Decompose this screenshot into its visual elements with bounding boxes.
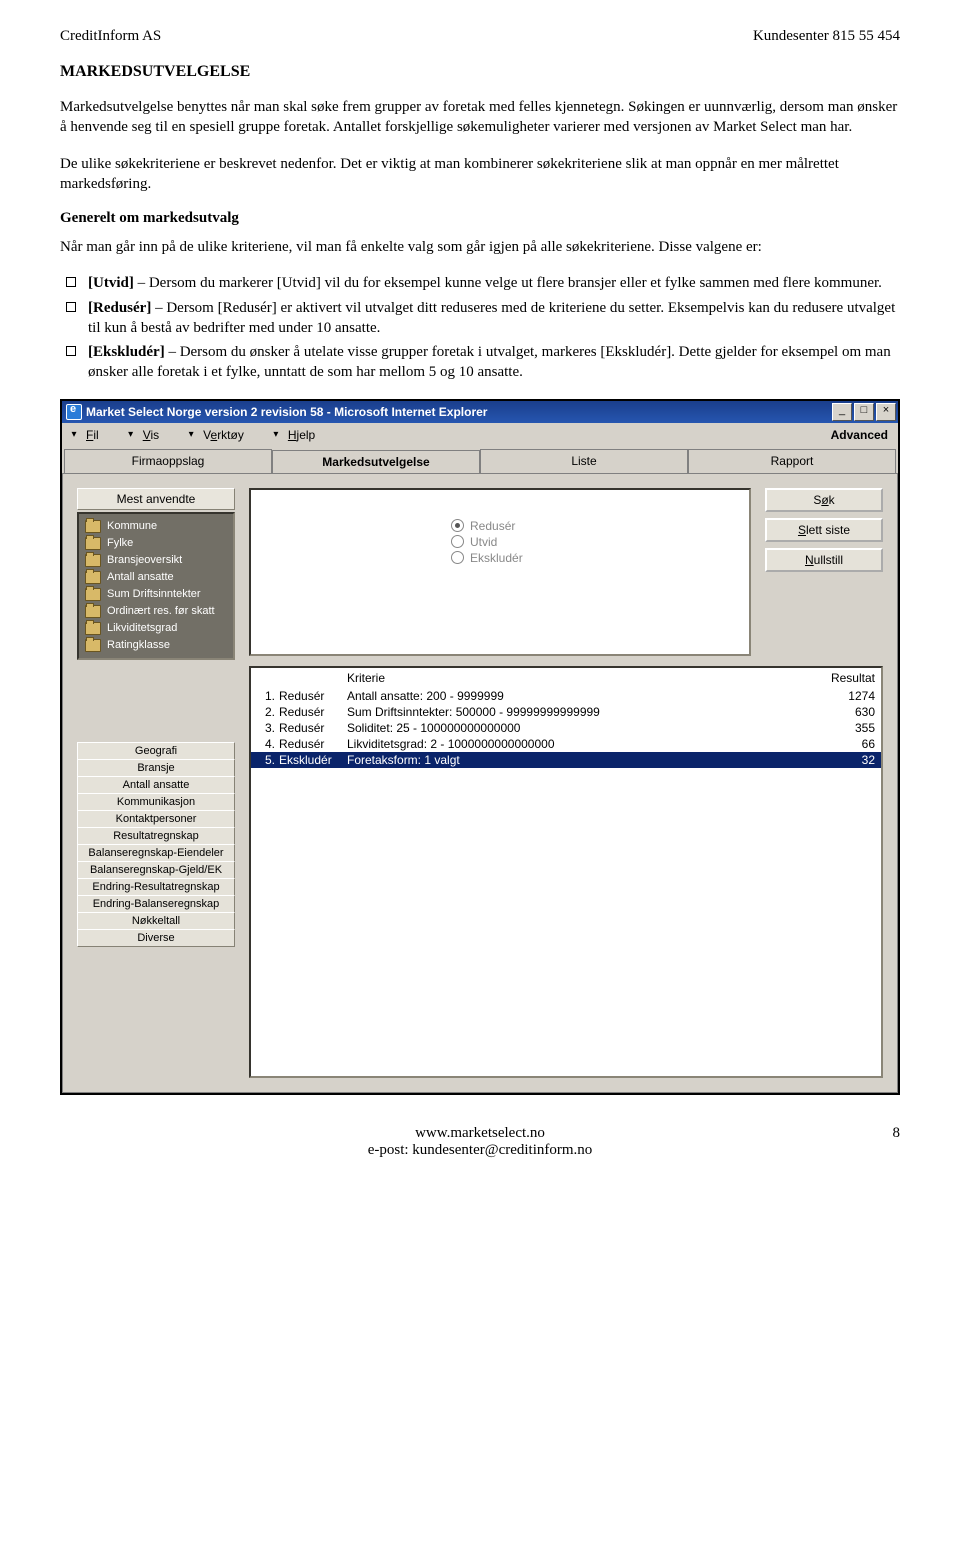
- radio-reduser[interactable]: Redusér: [451, 518, 523, 534]
- folder-icon: [85, 554, 101, 567]
- doc-title: MARKEDSUTVELGELSE: [60, 63, 900, 81]
- category-balanse-gjeld-ek[interactable]: Balanseregnskap-Gjeld/EK: [77, 861, 235, 879]
- tree-item-likviditetsgrad[interactable]: Likviditetsgrad: [83, 620, 229, 637]
- folder-icon: [85, 537, 101, 550]
- menu-arrow-icon[interactable]: ▾: [68, 429, 80, 440]
- page-number: 8: [893, 1125, 901, 1142]
- bullet-bold: [Ekskludér]: [88, 344, 165, 360]
- category-antall-ansatte[interactable]: Antall ansatte: [77, 776, 235, 794]
- folder-icon: [85, 571, 101, 584]
- menu-vis[interactable]: Vis: [143, 428, 159, 442]
- ie-icon: [66, 404, 82, 420]
- radio-icon: [451, 535, 464, 548]
- tree-item-antall-ansatte[interactable]: Antall ansatte: [83, 569, 229, 586]
- app-window: Market Select Norge version 2 revision 5…: [60, 399, 900, 1095]
- category-nokkeltall[interactable]: Nøkkeltall: [77, 912, 235, 930]
- bullet-item: [Ekskludér] – Dersom du ønsker å utelate…: [60, 342, 900, 383]
- category-endring-resultat[interactable]: Endring-Resultatregnskap: [77, 878, 235, 896]
- folder-icon: [85, 639, 101, 652]
- table-row[interactable]: 1.RedusérAntall ansatte: 200 - 999999912…: [251, 688, 881, 704]
- sok-button[interactable]: Søk: [765, 488, 883, 512]
- category-endring-balanse[interactable]: Endring-Balanseregnskap: [77, 895, 235, 913]
- nullstill-button[interactable]: Nullstill: [765, 548, 883, 572]
- titlebar[interactable]: Market Select Norge version 2 revision 5…: [62, 401, 898, 423]
- bullet-text: – Dersom [Redusér] er aktivert vil utval…: [88, 300, 895, 336]
- menu-arrow-icon[interactable]: ▾: [270, 429, 282, 440]
- category-resultatregnskap[interactable]: Resultatregnskap: [77, 827, 235, 845]
- close-button[interactable]: ×: [876, 403, 896, 421]
- bullet-item: [Redusér] – Dersom [Redusér] er aktivert…: [60, 298, 900, 339]
- menubar: ▾ Fil ▾ Vis ▾ Verktøy ▾ Hjelp Advanced: [62, 423, 898, 447]
- criteria-panel: Redusér Utvid Ekskludér: [249, 488, 751, 656]
- sidebar-header[interactable]: Mest anvendte: [77, 488, 235, 510]
- category-balanse-eiendeler[interactable]: Balanseregnskap-Eiendeler: [77, 844, 235, 862]
- tree-item-bransjeoversikt[interactable]: Bransjeoversikt: [83, 552, 229, 569]
- folder-icon: [85, 588, 101, 601]
- bullet-text: – Dersom du ønsker å utelate visse grupp…: [88, 344, 891, 380]
- category-geografi[interactable]: Geografi: [77, 742, 235, 760]
- menu-arrow-icon[interactable]: ▾: [185, 429, 197, 440]
- table-row[interactable]: 5.EkskludérForetaksform: 1 valgt32: [251, 752, 881, 768]
- para-1: Markedsutvelgelse benyttes når man skal …: [60, 97, 900, 138]
- folder-icon: [85, 520, 101, 533]
- tree-item-fylke[interactable]: Fylke: [83, 535, 229, 552]
- tab-liste[interactable]: Liste: [480, 449, 688, 473]
- table-row[interactable]: 2.RedusérSum Driftsinntekter: 500000 - 9…: [251, 704, 881, 720]
- bullet-bold: [Redusér]: [88, 300, 151, 316]
- tree-item-ratingklasse[interactable]: Ratingklasse: [83, 637, 229, 654]
- radio-utvid[interactable]: Utvid: [451, 534, 523, 550]
- tree-item-sum-driftsinntekter[interactable]: Sum Driftsinntekter: [83, 586, 229, 603]
- menu-arrow-icon[interactable]: ▾: [125, 429, 137, 440]
- folder-tree: Kommune Fylke Bransjeoversikt Antall ans…: [77, 512, 235, 660]
- slett-siste-button[interactable]: Slett siste: [765, 518, 883, 542]
- bullet-bold: [Utvid]: [88, 275, 134, 291]
- menu-advanced[interactable]: Advanced: [831, 428, 888, 442]
- minimize-button[interactable]: _: [832, 403, 852, 421]
- tree-item-ordinaert-res[interactable]: Ordinært res. før skatt: [83, 603, 229, 620]
- tab-rapport[interactable]: Rapport: [688, 449, 896, 473]
- para-2: De ulike søkekriteriene er beskrevet ned…: [60, 154, 900, 195]
- main-area: Redusér Utvid Ekskludér Søk Slett siste …: [249, 488, 883, 1078]
- client-area: Mest anvendte Kommune Fylke Bransjeovers…: [62, 473, 898, 1093]
- folder-icon: [85, 622, 101, 635]
- bullet-text: – Dersom du markerer [Utvid] vil du for …: [134, 275, 882, 291]
- category-diverse[interactable]: Diverse: [77, 929, 235, 947]
- section-subhead: Generelt om markedsutvalg: [60, 210, 900, 227]
- page-footer: www.marketselect.no e-post: kundesenter@…: [60, 1125, 900, 1159]
- category-stack: Geografi Bransje Antall ansatte Kommunik…: [77, 742, 235, 946]
- tab-firmaoppslag[interactable]: Firmaoppslag: [64, 449, 272, 473]
- criteria-table: Kriterie Resultat 1.RedusérAntall ansatt…: [249, 666, 883, 1078]
- radio-icon: [451, 519, 464, 532]
- table-row[interactable]: 4.RedusérLikviditetsgrad: 2 - 1000000000…: [251, 736, 881, 752]
- sidebar: Mest anvendte Kommune Fylke Bransjeovers…: [77, 488, 235, 1078]
- col-resultat: Resultat: [805, 671, 875, 685]
- category-kontaktpersoner[interactable]: Kontaktpersoner: [77, 810, 235, 828]
- bullet-list: [Utvid] – Dersom du markerer [Utvid] vil…: [60, 273, 900, 382]
- doc-company: CreditInform AS: [60, 28, 161, 45]
- tabbar: Firmaoppslag Markedsutvelgelse Liste Rap…: [62, 447, 898, 473]
- menu-verktoy[interactable]: Verktøy: [203, 428, 244, 442]
- footer-url: www.marketselect.no: [60, 1125, 900, 1142]
- footer-email: e-post: kundesenter@creditinform.no: [60, 1142, 900, 1159]
- para-3: Når man går inn på de ulike kriteriene, …: [60, 237, 900, 257]
- doc-contact: Kundesenter 815 55 454: [753, 28, 900, 45]
- menu-hjelp[interactable]: Hjelp: [288, 428, 315, 442]
- folder-icon: [85, 605, 101, 618]
- radio-icon: [451, 551, 464, 564]
- maximize-button[interactable]: □: [854, 403, 874, 421]
- menu-fil[interactable]: Fil: [86, 428, 99, 442]
- category-kommunikasjon[interactable]: Kommunikasjon: [77, 793, 235, 811]
- col-kriterie: Kriterie: [347, 671, 805, 685]
- bullet-item: [Utvid] – Dersom du markerer [Utvid] vil…: [60, 273, 900, 293]
- tree-item-kommune[interactable]: Kommune: [83, 518, 229, 535]
- category-bransje[interactable]: Bransje: [77, 759, 235, 777]
- table-row[interactable]: 3.RedusérSoliditet: 25 - 100000000000000…: [251, 720, 881, 736]
- radio-ekskluder[interactable]: Ekskludér: [451, 550, 523, 566]
- window-title: Market Select Norge version 2 revision 5…: [86, 405, 832, 419]
- tab-markedsutvelgelse[interactable]: Markedsutvelgelse: [272, 450, 480, 474]
